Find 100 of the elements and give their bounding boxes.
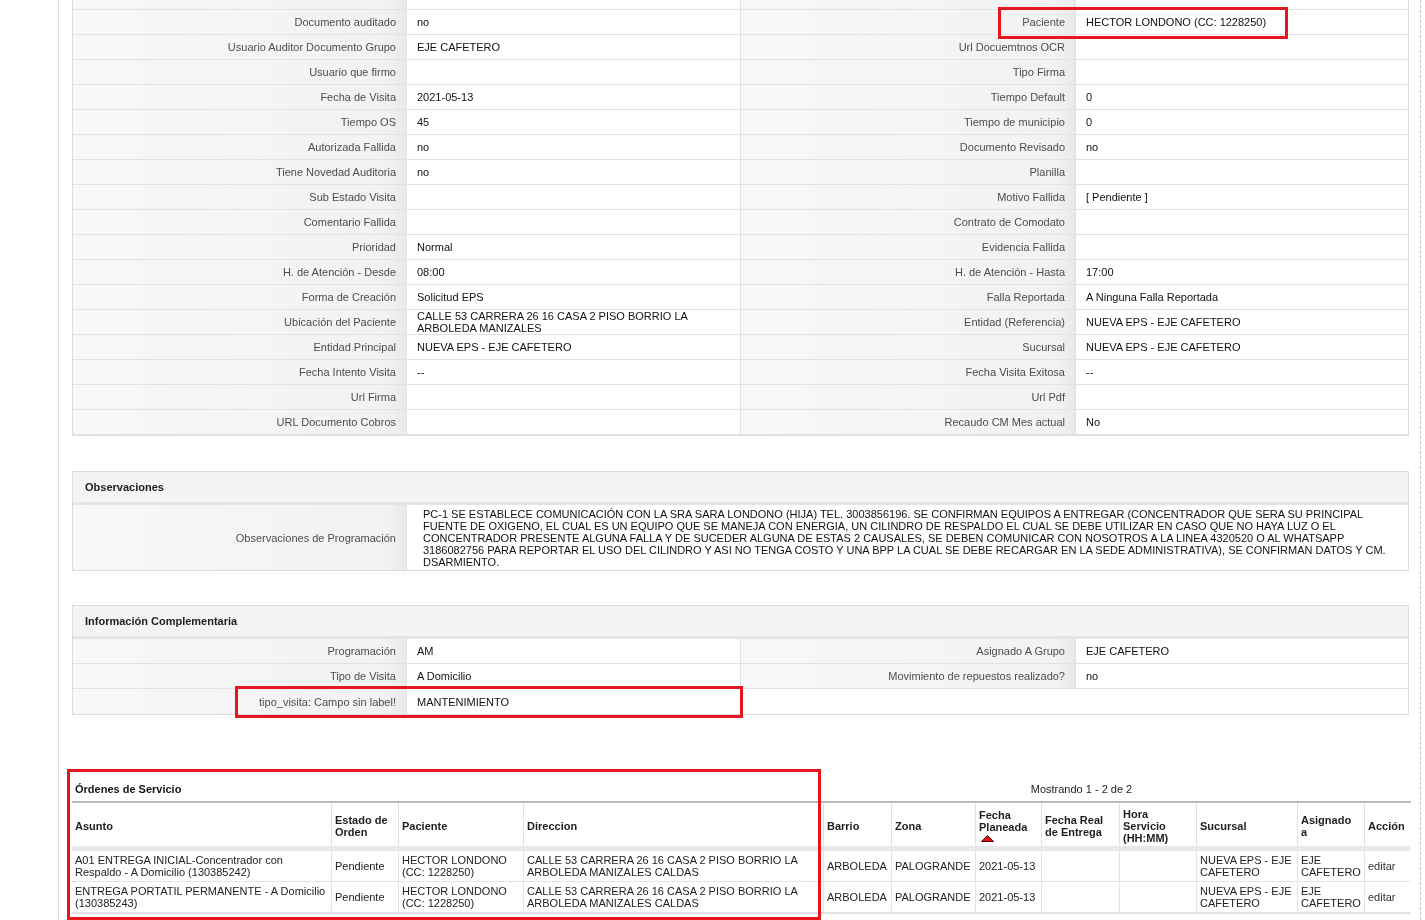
field-label: Falla Reportada: [741, 285, 1076, 310]
field-label: Programación: [73, 639, 407, 664]
table-cell: NUEVA EPS - EJE CAFETERO: [1197, 882, 1298, 913]
table-cell: ENTREGA PORTATIL PERMANENTE - A Domicilio (130385243): [72, 882, 332, 913]
column-header[interactable]: Zona: [892, 803, 976, 851]
field-value: no: [407, 10, 741, 35]
column-header[interactable]: Fecha Real de Entrega: [1042, 803, 1120, 851]
field-label: Url Pdf: [741, 385, 1076, 410]
column-header[interactable]: Hora Servicio (HH:MM): [1120, 803, 1197, 851]
field-label: Fecha Intento Visita: [73, 360, 407, 385]
field-label: Fecha de Visita: [73, 85, 407, 110]
field-value: CALLE 53 CARRERA 26 16 CASA 2 PISO BORRIO LA ARBOLEDA MANIZALES: [407, 310, 741, 335]
field-value: A Ninguna Falla Reportada: [1076, 285, 1408, 310]
field-value: 17:00: [1076, 260, 1408, 285]
field-label: Sucursal: [741, 335, 1076, 360]
column-header[interactable]: Acción: [1365, 803, 1410, 851]
field-label: Contrato de Comodato: [741, 210, 1076, 235]
field-label: Entidad (Referencia): [741, 310, 1076, 335]
field-value: Solicitud EPS: [407, 285, 741, 310]
field-label: H. de Atención - Hasta: [741, 260, 1076, 285]
field-label: Url Firma: [73, 385, 407, 410]
field-label: Fecha Visita Exitosa: [741, 360, 1076, 385]
table-cell: HECTOR LONDONO (CC: 1228250): [399, 851, 524, 882]
field-label: Autorizada Fallida: [73, 135, 407, 160]
table-cell: EJE CAFETERO: [1298, 882, 1365, 913]
table-cell: ARBOLEDA: [824, 851, 892, 882]
field-value: no: [407, 135, 741, 160]
table-cell: PALOGRANDE: [892, 851, 976, 882]
table-cell: CALLE 53 CARRERA 26 16 CASA 2 PISO BORRIO LA ARBOLEDA MANIZALES CALDAS: [524, 851, 824, 882]
column-header[interactable]: Sucursal: [1197, 803, 1298, 851]
field-label: Motivo Fallida: [741, 185, 1076, 210]
field-label: Recaudo CM Mes actual: [741, 410, 1076, 435]
field-label: Tiene Novedad Auditoria: [73, 160, 407, 185]
column-header[interactable]: Direccion: [524, 803, 824, 851]
column-header[interactable]: Paciente: [399, 803, 524, 851]
field-value: EJE CAFETERO: [407, 35, 741, 60]
table-cell: Pendiente: [332, 882, 399, 913]
column-header[interactable]: Asignado a: [1298, 803, 1365, 851]
field-label: Tiempo de municipio: [741, 110, 1076, 135]
table-cell: ARBOLEDA: [824, 882, 892, 913]
field-label: Comentario Fallida: [73, 210, 407, 235]
field-value: 2021-05-13: [407, 85, 741, 110]
field-label: Asignado A Grupo: [741, 639, 1076, 664]
field-label: Ubicación del Paciente: [73, 310, 407, 335]
pagination-info: Mostrando 1 - 2 de 2: [1030, 783, 1133, 795]
field-value: [ Pendiente ]: [1076, 185, 1408, 210]
field-label: Tiempo OS: [73, 110, 407, 135]
field-value: PC-1 SE ESTABLECE COMUNICACIÓN CON LA SRA SARA LONDONO (HIJA) TEL. 3003856196. SE CONFIRMAN EQUIPOS A ENTREGAR (CONCENTRADOR QUE SERA SU PRINCIPAL FUENTE DE OXIGENO, EL CUAL ES UN EQUIPO QUE SE MANEJA CON ENERGIA, UN CILINDRO DE RESPALDO EL CUAL SE DEBE UTILIZAR EN CASO QUE NO HAYA LUZ O EL CONCENTRADOR PRESENTE ALGUNA FALLA Y DE SUCEDER ALGUNA DE ESTAS 2 CAUSALES, SE DEBEN COMUNICAR CON NOSOTROS A LA LINEA 4320520 O AL WHATSAPP 3186082756 PARA REPORTAR EL USO DEL CILINDRO Y ASI NO TENGA COSTO Y UNA BPP LA CUAL SE DEBE RECARGAR EN LA SEDE ADMINISTRATIVA), SE CONFIRMAN DATOS Y CM. DSARMIENTO.: [422, 507, 1387, 570]
field-label: Documento auditado: [73, 10, 407, 35]
field-value: AM: [407, 639, 741, 664]
field-label: tipo_visita: Campo sin label!: [73, 689, 407, 714]
panel-header: Observaciones: [73, 472, 1408, 505]
field-label: Observaciones de Programación: [73, 505, 407, 570]
table-cell: Pendiente: [332, 851, 399, 882]
column-header[interactable]: Barrio: [824, 803, 892, 851]
field-label: Paciente: [741, 10, 1076, 35]
field-value: no: [407, 160, 741, 185]
field-value: EJE CAFETERO: [1076, 639, 1408, 664]
field-value: --: [1076, 360, 1408, 385]
table-cell: EJE CAFETERO: [1298, 851, 1365, 882]
column-header[interactable]: Estado de Orden: [332, 803, 399, 851]
table-cell: NUEVA EPS - EJE CAFETERO: [1197, 851, 1298, 882]
field-value: 0: [1076, 85, 1408, 110]
field-value: NUEVA EPS - EJE CAFETERO: [1076, 335, 1408, 360]
field-value: NUEVA EPS - EJE CAFETERO: [407, 335, 741, 360]
edit-link[interactable]: editar: [1368, 860, 1396, 872]
column-header[interactable]: Fecha Planeada: [976, 803, 1042, 851]
column-header[interactable]: Asunto: [72, 803, 332, 851]
field-label: Sub Estado Visita: [73, 185, 407, 210]
field-value: HECTOR LONDONO (CC: 1228250): [1076, 10, 1408, 35]
field-value: no: [1076, 135, 1408, 160]
field-value: NUEVA EPS - EJE CAFETERO: [1076, 310, 1408, 335]
table-cell: A01 ENTREGA INICIAL-Concentrador con Respaldo - A Domicilio (130385242): [72, 851, 332, 882]
field-label: URL Documento Cobros: [73, 410, 407, 435]
field-value: No: [1076, 410, 1408, 435]
field-value: --: [407, 360, 741, 385]
field-label: H. de Atención - Desde: [73, 260, 407, 285]
field-value: 45: [407, 110, 741, 135]
field-value: 08:00: [407, 260, 741, 285]
field-label: Prioridad: [73, 235, 407, 260]
field-label: Documento Revisado: [741, 135, 1076, 160]
table-cell: HECTOR LONDONO (CC: 1228250): [399, 882, 524, 913]
panel-header: Información Complementaria: [73, 606, 1408, 639]
field-value: 0: [1076, 110, 1408, 135]
field-label: Entidad Principal: [73, 335, 407, 360]
section-title: Órdenes de Servicio: [75, 783, 182, 795]
field-label: Url Docuemtnos OCR: [741, 35, 1076, 60]
field-label: Usuario Auditor Documento Grupo: [73, 35, 407, 60]
field-value: MANTENIMIENTO: [407, 689, 741, 714]
field-label: Usuario que firmo: [73, 60, 407, 85]
field-label: Movimiento de repuestos realizado?: [741, 664, 1076, 689]
field-label: Evidencia Fallida: [741, 235, 1076, 260]
table-cell: 2021-05-13: [976, 851, 1042, 882]
field-label: Tiempo Default: [741, 85, 1076, 110]
edit-link[interactable]: editar: [1368, 891, 1396, 903]
field-label: Tipo Firma: [741, 60, 1076, 85]
table-cell: PALOGRANDE: [892, 882, 976, 913]
table-cell: 2021-05-13: [976, 882, 1042, 913]
table-cell: CALLE 53 CARRERA 26 16 CASA 2 PISO BORRIO LA ARBOLEDA MANIZALES CALDAS: [524, 882, 824, 913]
field-value: Normal: [407, 235, 741, 260]
